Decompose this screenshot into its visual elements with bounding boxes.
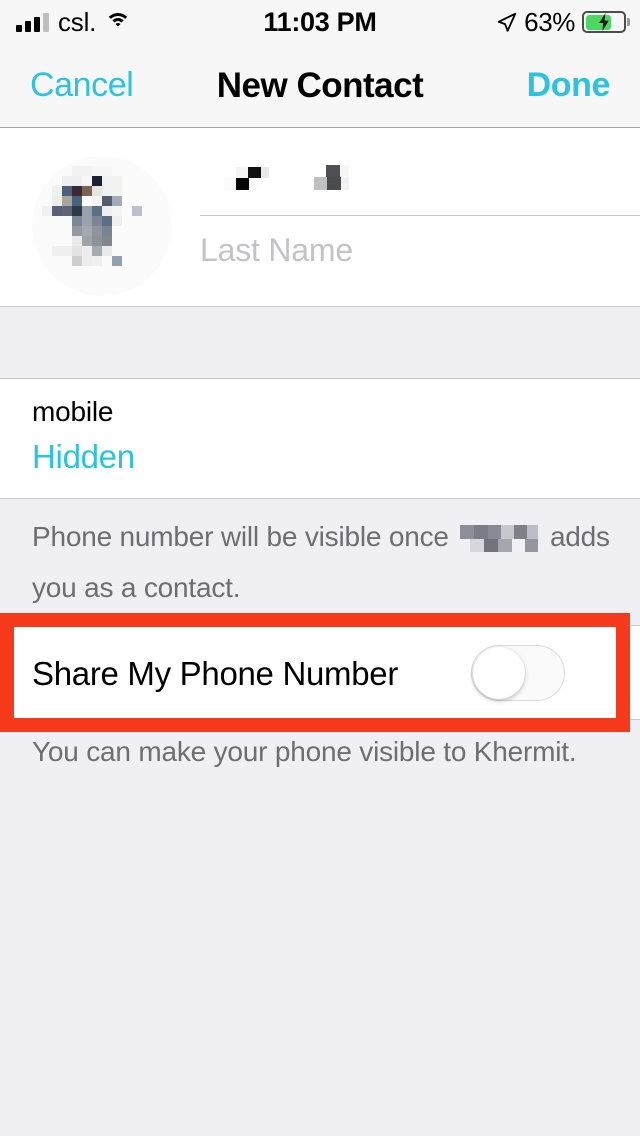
share-phone-number-row[interactable]: Share My Phone Number	[0, 625, 640, 720]
phone-value[interactable]: Hidden	[32, 438, 135, 476]
toggle-knob	[473, 646, 525, 699]
page-background	[0, 792, 640, 1136]
battery-charging-icon	[582, 11, 626, 33]
share-phone-number-label: Share My Phone Number	[32, 654, 399, 692]
first-name-field[interactable]	[200, 148, 640, 216]
clock-label: 11:03 PM	[263, 6, 377, 37]
phone-footer: Phone number will be visible once adds y…	[0, 498, 640, 613]
phone-label: mobile	[32, 396, 114, 427]
share-footer: You can make your phone visible to Kherm…	[0, 732, 640, 792]
done-button[interactable]: Done	[527, 44, 611, 127]
status-bar-right: 63%	[496, 0, 626, 44]
last-name-field[interactable]: Last Name	[200, 216, 640, 284]
name-fields: Last Name	[200, 148, 640, 284]
phone-footer-text-part1: Phone number will be visible once	[32, 521, 449, 552]
first-name-redacted-value	[200, 164, 360, 199]
battery-percent-label: 63%	[524, 6, 575, 37]
section-gap	[0, 306, 640, 379]
contact-editor-screen: csl. 11:03 PM 63% Cancel New Contact Don…	[0, 0, 640, 1136]
navigation-bar: Cancel New Contact Done	[0, 44, 640, 128]
footer-redacted-name	[460, 522, 539, 566]
phone-footer-text: Phone number will be visible once adds y…	[32, 515, 610, 610]
name-section: Last Name	[0, 128, 640, 306]
contact-photo-avatar[interactable]	[32, 156, 172, 296]
pixelated-photo-mosaic	[32, 156, 172, 296]
location-arrow-icon	[496, 12, 517, 33]
last-name-placeholder: Last Name	[200, 231, 353, 268]
share-footer-text: You can make your phone visible to Kherm…	[32, 736, 577, 767]
share-phone-number-toggle[interactable]	[471, 644, 565, 701]
status-bar: csl. 11:03 PM 63%	[0, 0, 640, 44]
phone-section: mobile Hidden	[0, 379, 640, 498]
